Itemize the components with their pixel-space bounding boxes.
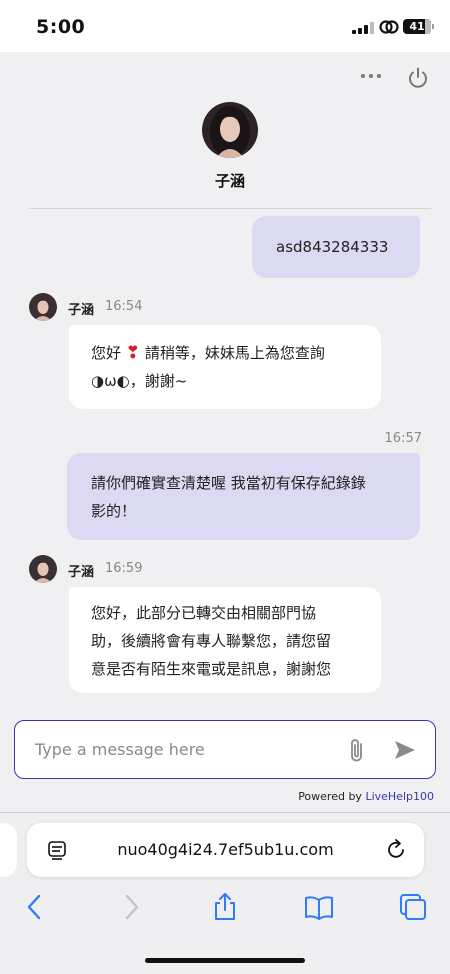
back-icon[interactable] — [20, 892, 50, 922]
url-text: nuo40g4i24.7ef5ub1u.com — [117, 840, 334, 859]
address-bar[interactable]: nuo40g4i24.7ef5ub1u.com — [27, 823, 424, 877]
power-icon[interactable] — [406, 66, 430, 90]
status-bar: 5:00 41 — [0, 0, 450, 52]
powered-by-prefix: Powered by — [298, 790, 366, 803]
agent-avatar — [202, 102, 258, 158]
tabs-icon[interactable] — [398, 892, 428, 922]
message-line: 您好，此部分已轉交由相關部門協 — [91, 604, 317, 622]
outgoing-message: asd843284333 — [252, 216, 420, 278]
sender-avatar — [29, 293, 57, 321]
signal-icon — [352, 22, 374, 34]
agent-name-title: 子涵 — [214, 172, 245, 190]
previous-tab-preview[interactable] — [0, 823, 17, 877]
home-indicator — [145, 958, 305, 963]
message-line: 影的！ — [91, 502, 137, 520]
message-text: 您好 — [91, 344, 122, 362]
more-icon[interactable] — [358, 66, 384, 86]
sender-name: 子涵 — [68, 303, 95, 318]
heart-icon: ❣ — [125, 343, 141, 363]
message-line: 助，後續將會有專人聯繫您，請您留 — [91, 632, 332, 650]
message-input[interactable]: Type a message here — [14, 720, 436, 779]
sender-name: 子涵 — [68, 565, 95, 580]
header-divider — [29, 208, 431, 209]
sender-avatar — [29, 555, 57, 583]
message-time: 16:57 — [384, 431, 422, 446]
link-icon — [379, 20, 399, 34]
powered-by: Powered by LiveHelp100 — [0, 790, 434, 803]
share-icon[interactable] — [210, 892, 240, 922]
forward-icon[interactable] — [116, 892, 146, 922]
reload-icon[interactable] — [385, 838, 407, 860]
battery-level-text: 41 — [409, 20, 425, 33]
message-line: 請你們確實查清楚喔 我當初有保存紀錄錄 — [91, 474, 366, 492]
message-time: 16:54 — [105, 299, 143, 314]
incoming-message: 您好，此部分已轉交由相關部門協 助，後續將會有專人聯繫您，請您留 意是否有陌生來… — [69, 587, 381, 693]
outgoing-message: 請你們確實查清楚喔 我當初有保存紀錄錄 影的！ — [67, 453, 420, 540]
message-text: asd843284333 — [276, 238, 389, 256]
attach-icon[interactable] — [347, 737, 367, 763]
bookmarks-icon[interactable] — [304, 892, 334, 922]
powered-by-brand-link[interactable]: LiveHelp100 — [365, 790, 434, 803]
message-line: 意是否有陌生來電或是訊息，謝謝您 — [91, 660, 332, 678]
message-input-placeholder: Type a message here — [35, 740, 205, 759]
send-icon[interactable] — [393, 738, 417, 762]
status-time: 5:00 — [36, 16, 86, 38]
incoming-message: 您好 ❣ 請稍等，妹妹馬上為您查詢 ◑ω◐，謝謝~ — [69, 325, 381, 409]
message-line: 您好 ❣ 請稍等，妹妹馬上為您查詢 — [91, 339, 361, 367]
message-time: 16:59 — [105, 561, 143, 576]
message-text: 請稍等，妹妹馬上為您查詢 — [144, 344, 325, 362]
battery-icon: 41 — [403, 19, 434, 34]
message-line: ◑ω◐，謝謝~ — [91, 372, 188, 390]
